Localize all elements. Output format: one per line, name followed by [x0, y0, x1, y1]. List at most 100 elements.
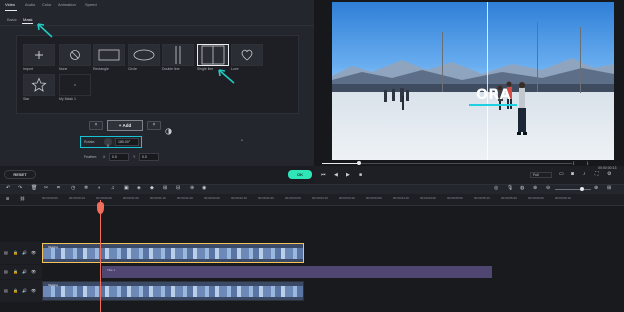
snapshot-icon[interactable]: ◙ [571, 172, 574, 177]
timeline-toolbar: ↶ ↷ 🗑 ✂ ⌗ ◷ ❄ ◐ ♫ ▣ ◈ ◆ ⊞ ⊟ ⊛ ◉ ◎ 🎙 ◍ ⊕ … [0, 184, 624, 194]
lock-icon[interactable]: 🔒 [13, 270, 18, 274]
subtab-mask[interactable]: Mask [23, 17, 33, 22]
lock-icon[interactable]: 🔒 [13, 251, 18, 255]
snap-icon[interactable]: ⊕ [533, 186, 537, 191]
eye-icon[interactable]: 👁 [31, 289, 36, 293]
progress-knob[interactable] [357, 161, 361, 165]
property-tabs: Video Audio Color Animation Speed [0, 0, 314, 12]
mask-item-love[interactable]: Love [231, 44, 263, 72]
eye-icon[interactable]: 👁 [31, 270, 36, 274]
mask-thumb [231, 44, 263, 66]
mute-icon[interactable]: 🔊 [22, 289, 27, 293]
add-track-icon[interactable]: ⊞ [6, 197, 9, 201]
feather-y-input[interactable]: 0.0 [139, 153, 159, 161]
stabilize-icon[interactable]: ◈ [137, 186, 141, 191]
green-screen-icon[interactable]: ▣ [124, 186, 129, 191]
rotate-label: Rotate: [84, 140, 96, 144]
reverse-mask-button[interactable] [165, 122, 172, 135]
mask-item-my-mask-1[interactable]: My Mask 1 [59, 74, 91, 102]
tab-video[interactable]: Video [5, 2, 15, 7]
ok-button[interactable]: OK [288, 170, 312, 179]
marker-icon[interactable]: ◎ [494, 186, 498, 191]
rotate-dial[interactable] [104, 138, 112, 147]
stop-icon[interactable]: ■ [359, 173, 362, 178]
mask-guide-line [487, 2, 488, 160]
mask-item-single-line[interactable]: Single line [197, 44, 229, 72]
mask-thumb [59, 74, 91, 96]
audio-icon[interactable]: ♫ [111, 186, 115, 191]
ruler-label: 00:00:02:10 [231, 196, 247, 200]
detach-icon[interactable]: ⊟ [176, 186, 180, 191]
voiceover-icon[interactable]: ◍ [520, 186, 524, 191]
ruler-label: 00:00:02:20 [258, 196, 274, 200]
playhead-handle[interactable] [97, 202, 104, 214]
color-icon[interactable]: ◐ [98, 186, 101, 191]
mask-item-double-line[interactable]: Double line [162, 44, 194, 72]
mask-thumb [23, 44, 55, 66]
mask-item-none[interactable]: None [59, 44, 91, 72]
track-header-video-1: ▤ 🔒 🔊 👁 [0, 280, 42, 302]
subtab-basic[interactable]: Basic [7, 17, 17, 22]
reset-button[interactable]: RESET [4, 170, 36, 179]
ruler-label: 00:00:02:00 [204, 196, 220, 200]
zoom-out-icon[interactable]: ⊖ [546, 186, 550, 191]
feather-y-label: Y [133, 155, 136, 159]
video-clip-top[interactable]: Skating [42, 243, 304, 263]
tab-color[interactable]: Color [42, 2, 52, 7]
freeze-icon[interactable]: ❄ [84, 186, 88, 191]
remove-mask-button[interactable]: × [89, 121, 103, 130]
tab-audio[interactable]: Audio [25, 2, 35, 7]
mark-out-icon[interactable]: } [587, 161, 588, 165]
play-icon[interactable]: ▶ [346, 173, 350, 178]
mask-item-circle[interactable]: Circle [128, 44, 160, 72]
keyframe-icon[interactable]: ◆ [150, 186, 154, 191]
overlay-underline [469, 104, 517, 106]
step-back-icon[interactable]: ◀ [334, 173, 338, 178]
eye-icon[interactable]: 👁 [31, 251, 36, 255]
cursor-icon: ◔ [240, 138, 244, 144]
rotate-dial-icon [107, 144, 109, 147]
mic-icon[interactable]: 🎙 [507, 186, 513, 191]
mute-icon[interactable]: 🔊 [22, 270, 27, 274]
motion-icon[interactable]: ⊛ [190, 186, 194, 191]
playhead-line[interactable] [100, 200, 101, 312]
mask-label: Love [231, 67, 239, 71]
timeline-ruler[interactable]: ⊞ ⛓ 00:00:00:00 00:00:00:10 00:00:00:20 … [0, 194, 624, 206]
split-icon[interactable]: ⊞ [163, 186, 167, 191]
add-mask-button[interactable]: + Add [107, 120, 143, 131]
mask-item-import[interactable]: Import [23, 44, 55, 72]
cut-icon[interactable]: ✂ [44, 186, 48, 191]
video-clip-bottom[interactable]: Skating [42, 281, 304, 301]
lock-icon[interactable]: 🔒 [13, 289, 18, 293]
mask-item-rectangle[interactable]: Rectangle [93, 44, 125, 72]
link-icon[interactable]: ⛓ [20, 197, 25, 201]
feather-x-input[interactable]: 0.0 [109, 153, 129, 161]
speed-icon[interactable]: ◷ [71, 186, 75, 191]
mask-grid: Import None Rectangle Circle Double line [16, 35, 299, 114]
delete-icon[interactable]: 🗑 [31, 186, 37, 191]
render-icon[interactable]: ◉ [202, 186, 206, 191]
crop-icon[interactable]: ⌗ [57, 186, 60, 191]
fit-icon[interactable]: ⊞ [607, 186, 611, 191]
tab-speed[interactable]: Speed [85, 2, 97, 7]
mask-label: My Mask 1 [59, 97, 76, 101]
zoom-slider-knob[interactable] [580, 187, 584, 191]
zoom-select[interactable]: Full [530, 172, 552, 178]
redo-icon[interactable]: ↷ [18, 186, 22, 191]
zoom-slider[interactable] [555, 189, 591, 190]
display-icon[interactable]: ▭ [559, 172, 564, 177]
preview-video[interactable]: ORA [332, 2, 614, 160]
fullscreen-icon[interactable]: ⛶ [595, 172, 599, 177]
settings-icon[interactable]: ⚙ [607, 172, 611, 177]
undo-icon[interactable]: ↶ [6, 186, 10, 191]
volume-icon[interactable]: ♪ [583, 172, 586, 177]
zoom-in-icon[interactable]: ⊕ [594, 186, 598, 191]
title-clip[interactable]: Title 1 [102, 266, 492, 278]
mask-item-star[interactable]: Star [23, 74, 55, 102]
prev-frame-icon[interactable]: ⏮ [321, 173, 326, 178]
mute-icon[interactable]: 🔊 [22, 251, 27, 255]
delete-mask-button[interactable]: × [147, 121, 161, 130]
tab-animation[interactable]: Animation [58, 2, 76, 7]
rotate-input[interactable]: 180.00° [115, 138, 139, 146]
mark-in-icon[interactable]: { [573, 161, 574, 165]
